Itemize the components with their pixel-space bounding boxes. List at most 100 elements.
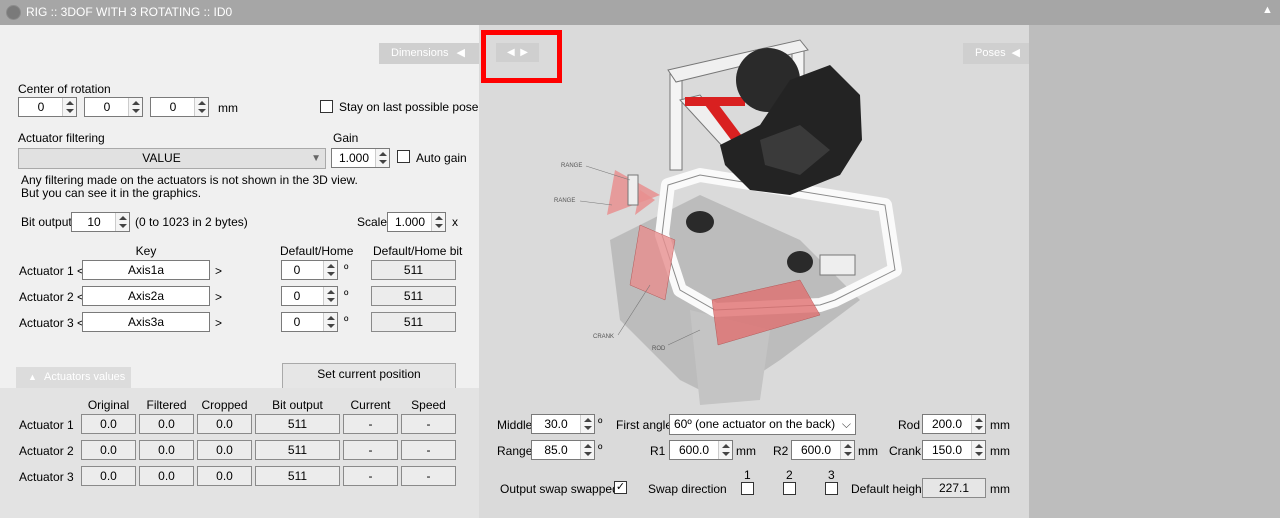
range-value: 85.0 — [544, 443, 568, 457]
value-cell: 0.0 — [197, 466, 252, 486]
range-spinner[interactable]: 85.0 — [531, 440, 595, 460]
actuator-1-key-input[interactable]: Axis1a — [82, 260, 210, 280]
swap-direction-2-checkbox[interactable] — [783, 482, 796, 495]
actuator-3-key-input[interactable]: Axis3a — [82, 312, 210, 332]
key-column-header: Key — [135, 244, 157, 258]
middle-value: 30.0 — [544, 417, 568, 431]
collapse-up-icon[interactable]: ▲ — [1262, 4, 1273, 16]
actuator-3-label: Actuator 3 < — [19, 316, 85, 330]
swap-number-3: 3 — [828, 468, 835, 482]
actuator-1-next[interactable]: > — [215, 264, 222, 278]
swap-direction-1-checkbox[interactable] — [741, 482, 754, 495]
scale-spinner[interactable]: 1.000 — [387, 212, 446, 232]
bit-output-spinner[interactable]: 10 — [71, 212, 130, 232]
crank-spinner[interactable]: 150.0 — [922, 440, 986, 460]
default-height-value: 227.1 — [922, 478, 986, 498]
app-logo-icon — [6, 5, 21, 20]
spinner-arrows-icon[interactable] — [323, 287, 337, 305]
spinner-arrows-icon[interactable] — [62, 98, 76, 116]
value-cell: - — [343, 466, 398, 486]
dimensions-tab[interactable]: Dimensions ◀ — [379, 43, 479, 64]
spinner-arrows-icon[interactable] — [431, 213, 445, 231]
bit-output-value: 10 — [87, 215, 101, 229]
rod-label: Rod — [898, 418, 921, 432]
spinner-arrows-icon[interactable] — [115, 213, 129, 231]
left-post — [669, 69, 683, 171]
range-label-2: RANGE — [554, 198, 575, 204]
middle-label: Middle — [497, 418, 533, 432]
first-angle-label: First angle — [616, 418, 673, 432]
first-angle-select[interactable]: 60º (one actuator on the back) ⌵ — [669, 414, 856, 435]
value-cell: - — [401, 466, 456, 486]
center-x-spinner[interactable]: 0 — [18, 97, 77, 117]
degree-unit: º — [344, 288, 349, 302]
spinner-arrows-icon[interactable] — [375, 149, 389, 167]
rod-spinner[interactable]: 200.0 — [922, 414, 986, 434]
spinner-arrows-icon[interactable] — [194, 98, 208, 116]
range-unit: º — [598, 442, 603, 456]
r2-spinner[interactable]: 600.0 — [791, 440, 855, 460]
actuator-2-next[interactable]: > — [215, 290, 222, 304]
swap-direction-label: Swap direction — [648, 482, 727, 496]
default-home-column-header: Default/Home — [280, 244, 354, 258]
spinner-arrows-icon[interactable] — [580, 415, 594, 433]
motor-1 — [686, 211, 714, 233]
leader-line — [585, 165, 631, 181]
value-cell: 511 — [255, 440, 340, 460]
center-y-spinner[interactable]: 0 — [84, 97, 143, 117]
rig-3d-model: RANGE RANGE CRANK ROD — [554, 39, 902, 405]
filter-select-value: VALUE — [142, 151, 181, 165]
gain-spinner[interactable]: 1.000 — [331, 148, 390, 168]
bit-output-note: (0 to 1023 in 2 bytes) — [135, 215, 248, 229]
filter-select[interactable]: VALUE ▼ — [18, 148, 326, 169]
motor-mount-2 — [819, 254, 856, 276]
range-label-1: RANGE — [561, 163, 582, 169]
auto-gain-label: Auto gain — [416, 151, 467, 165]
r1-value: 600.0 — [678, 443, 710, 457]
rod-unit: mm — [990, 418, 1010, 432]
actuator-2-label: Actuator 2 < — [19, 290, 85, 304]
spinner-arrows-icon[interactable] — [971, 415, 985, 433]
actuator-3-default-spinner[interactable]: 0 — [281, 312, 338, 332]
leader-line — [579, 200, 613, 206]
default-height-unit: mm — [990, 482, 1010, 496]
actuator-1-default-spinner[interactable]: 0 — [281, 260, 338, 280]
output-swap-checkbox[interactable]: ✓ — [614, 481, 627, 494]
spinner-arrows-icon[interactable] — [971, 441, 985, 459]
spinner-arrows-icon[interactable] — [580, 441, 594, 459]
actuator-2-default-spinner[interactable]: 0 — [281, 286, 338, 306]
scale-label: Scale — [357, 215, 388, 229]
auto-gain-checkbox[interactable] — [397, 150, 410, 163]
spinner-arrows-icon[interactable] — [323, 261, 337, 279]
actuators-values-tab[interactable]: ▲ Actuators values — [16, 367, 131, 388]
values-row-3-label: Actuator 3 — [19, 470, 74, 484]
actuator-2-key-input[interactable]: Axis2a — [82, 286, 210, 306]
swap-number-1: 1 — [744, 468, 751, 482]
value-cell: 0.0 — [81, 414, 136, 434]
actuator-filtering-label: Actuator filtering — [18, 131, 105, 145]
value-cell: 511 — [255, 466, 340, 486]
actuators-values-tab-label: Actuators values — [43, 371, 126, 383]
spinner-arrows-icon[interactable] — [718, 441, 732, 459]
value-cell: - — [401, 440, 456, 460]
r1-spinner[interactable]: 600.0 — [669, 440, 733, 460]
value-cell: - — [343, 440, 398, 460]
spinner-arrows-icon[interactable] — [323, 313, 337, 331]
spinner-arrows-icon[interactable] — [840, 441, 854, 459]
spinner-arrows-icon[interactable] — [128, 98, 142, 116]
value-cell: 0.0 — [139, 414, 194, 434]
collapse-left-icon: ◀ — [456, 47, 465, 59]
actuator-2-default-bit: 511 — [371, 286, 456, 306]
swap-direction-3-checkbox[interactable] — [825, 482, 838, 495]
center-z-value: 0 — [169, 100, 177, 114]
center-z-spinner[interactable]: 0 — [150, 97, 209, 117]
stay-last-pose-checkbox[interactable] — [320, 100, 333, 113]
actuator-3-next[interactable]: > — [215, 316, 222, 330]
crank-label: CRANK — [593, 334, 614, 340]
center-rotation-label: Center of rotation — [18, 82, 111, 96]
middle-spinner[interactable]: 30.0 — [531, 414, 595, 434]
window-title: RIG :: 3DOF WITH 3 ROTATING :: ID0 — [26, 5, 233, 19]
header-bit-output: Bit output — [272, 398, 323, 412]
crank-value: 150.0 — [931, 443, 963, 457]
degree-unit: º — [344, 314, 349, 328]
